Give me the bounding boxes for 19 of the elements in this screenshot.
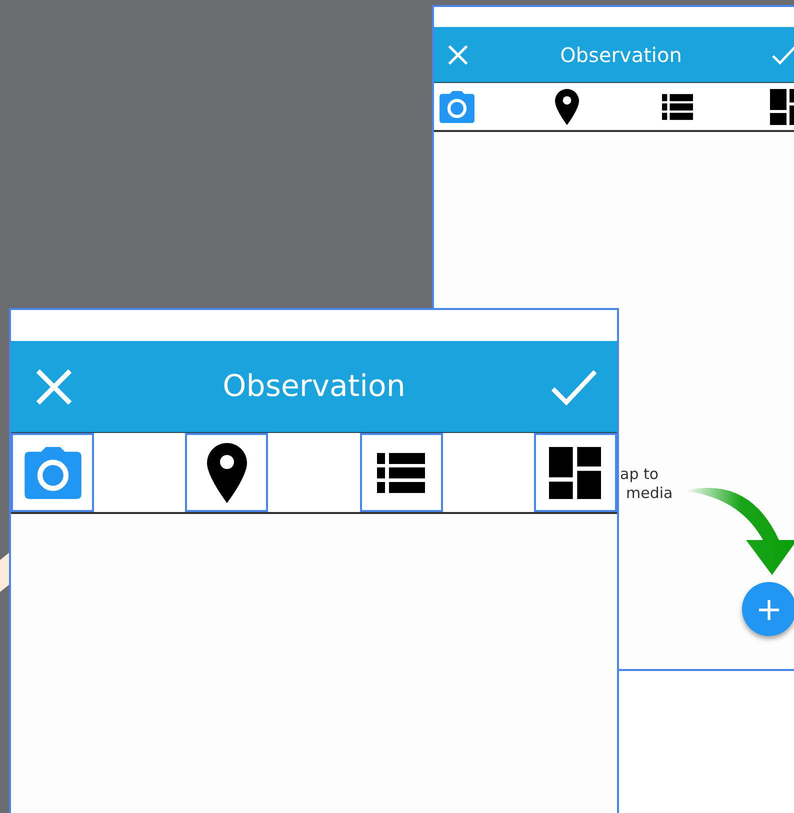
map-pin-icon [555, 88, 580, 124]
close-button[interactable] [446, 44, 470, 66]
tab[interactable] [185, 433, 268, 512]
hint-text: ap to [620, 465, 660, 484]
camera-icon [439, 90, 475, 122]
list-icon [377, 452, 426, 492]
window-title: Observation [560, 42, 682, 66]
add-button[interactable]: + [742, 582, 794, 636]
tab[interactable] [534, 433, 617, 512]
close-icon [446, 44, 470, 66]
list-icon [662, 94, 694, 120]
map-pin-icon [206, 442, 247, 502]
grid-layout-icon [549, 446, 602, 498]
confirm-button[interactable] [772, 44, 794, 66]
camera-icon [24, 446, 82, 498]
hint-text: media [625, 484, 673, 503]
window-title: Observation [222, 369, 406, 404]
tab[interactable] [360, 433, 443, 512]
check-icon [772, 44, 794, 66]
